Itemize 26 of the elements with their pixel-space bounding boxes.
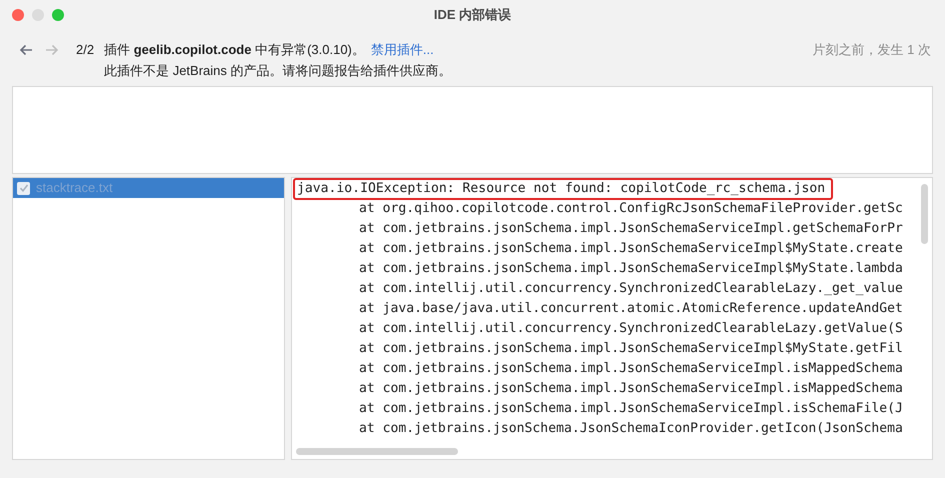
stack-frame-line: at com.jetbrains.jsonSchema.impl.JsonSchemaServiceImpl$MyState.getFil <box>358 340 904 358</box>
stack-frame-line: at com.jetbrains.jsonSchema.impl.JsonSchemaServiceImpl$MyState.create <box>358 240 904 258</box>
disable-plugin-link[interactable]: 禁用插件... <box>370 40 434 60</box>
comment-field[interactable] <box>12 86 933 174</box>
stack-frame-line: at com.jetbrains.jsonSchema.impl.JsonSchemaServiceImpl.isMappedSchema <box>358 380 904 398</box>
close-window-control[interactable] <box>12 9 24 21</box>
stack-frame-line: at com.jetbrains.jsonSchema.impl.JsonSchemaServiceImpl.isSchemaFile(J <box>358 400 904 418</box>
zoom-window-control[interactable] <box>52 9 64 21</box>
stack-frame-line: at org.qihoo.copilotcode.control.ConfigRcJsonSchemaFileProvider.getSc <box>358 200 904 218</box>
window-title: IDE 内部错误 <box>434 6 512 24</box>
checkbox[interactable] <box>17 182 30 194</box>
stack-frame-line: at com.jetbrains.jsonSchema.impl.JsonSchemaServiceImpl.isMappedSchema <box>358 360 904 378</box>
stack-frame-line: at com.jetbrains.jsonSchema.JsonSchemaIconProvider.getIcon(JsonSchema <box>358 420 904 438</box>
horizontal-scrollbar[interactable] <box>296 448 458 455</box>
stack-frame-line: at com.intellij.util.concurrency.SynchronizedClearableLazy._get_value <box>358 280 904 298</box>
stack-frame-line: at com.intellij.util.concurrency.SynchronizedClearableLazy.getValue(S <box>358 320 904 338</box>
plugin-vendor-note: 此插件不是 JetBrains 的产品。请将问题报告给插件供应商。 <box>104 62 452 80</box>
stack-frame-line: at com.jetbrains.jsonSchema.impl.JsonSchemaServiceImpl$MyState.lambda <box>358 260 904 278</box>
occurrence-time: 片刻之前，发生 1 次 <box>812 41 931 60</box>
vertical-scrollbar[interactable] <box>921 184 928 244</box>
error-message: 插件 geelib.copilot.code 中有异常(3.0.10)。 <box>104 41 365 60</box>
error-counter: 2/2 <box>76 41 94 59</box>
left-arrow-icon <box>19 44 33 56</box>
stack-frame-line: at java.base/java.util.concurrent.atomic.AtomicReference.updateAndGet <box>358 300 904 318</box>
stack-frame-line: at com.jetbrains.jsonSchema.impl.JsonSchemaServiceImpl.getSchemaForPr <box>358 220 904 238</box>
right-arrow-icon <box>45 44 59 56</box>
